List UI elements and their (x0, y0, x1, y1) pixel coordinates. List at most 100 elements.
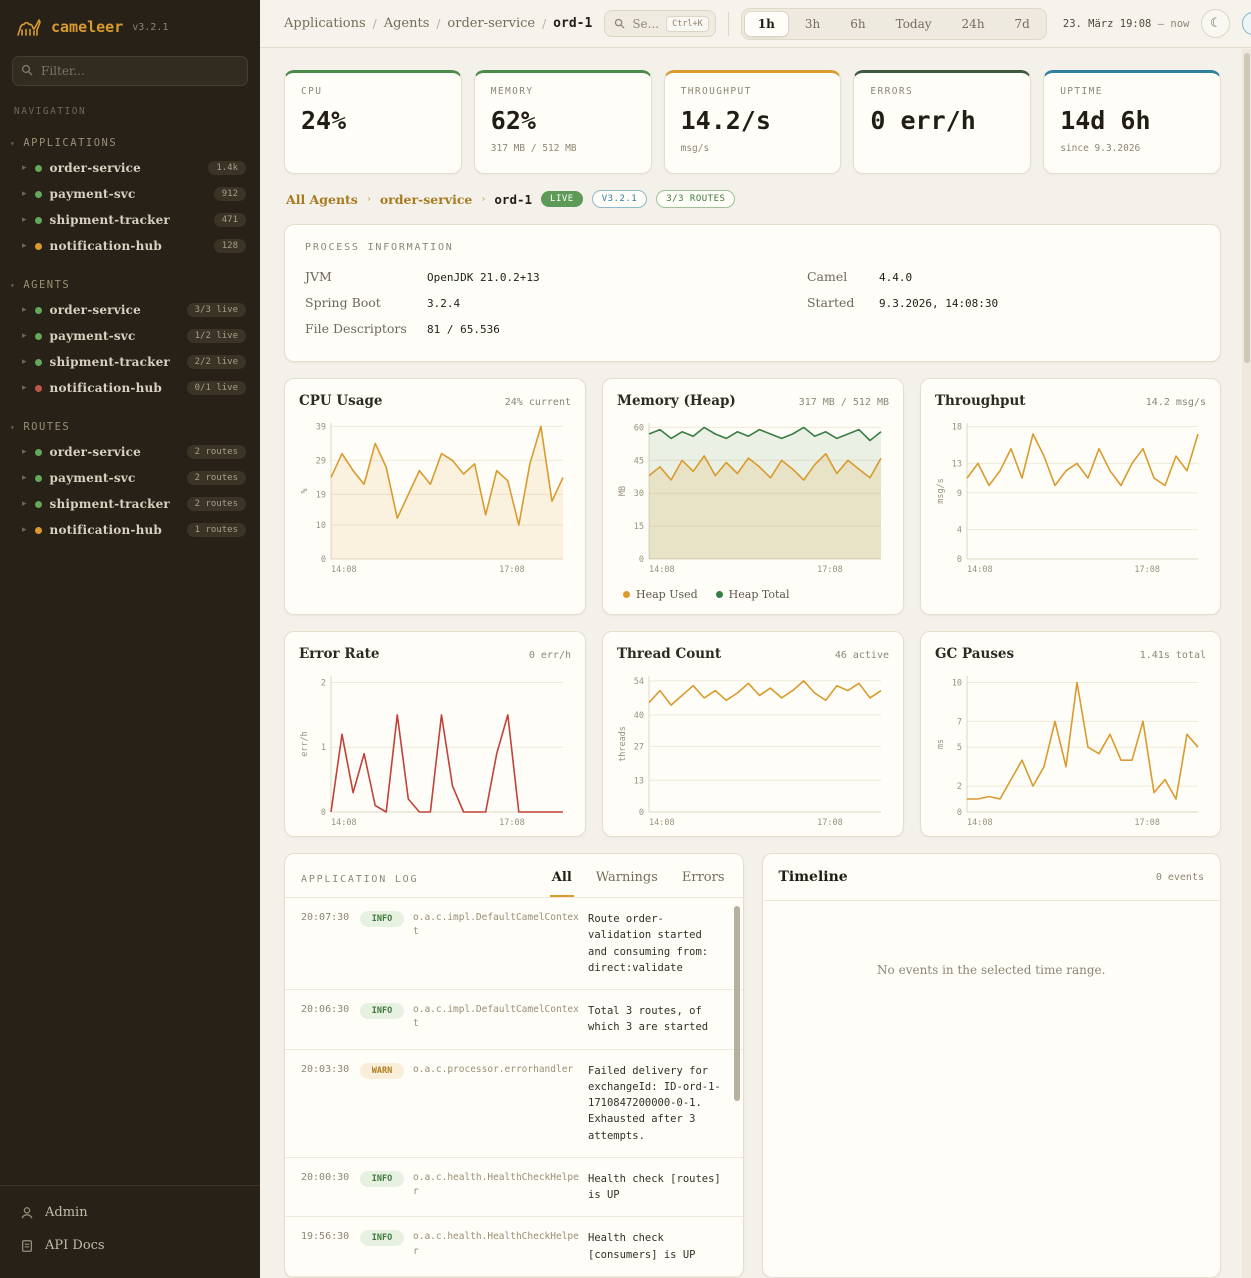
kpi-label: UPTIME (1060, 86, 1204, 97)
svg-text:14:08: 14:08 (649, 565, 675, 575)
page-scrollbar[interactable] (1242, 49, 1251, 1278)
svg-text:14:08: 14:08 (331, 818, 357, 828)
sidebar-item-label: notification-hub (50, 239, 206, 253)
topbar: Applications/Agents/order-service/ord-1 … (260, 0, 1251, 48)
svg-text:13: 13 (634, 776, 644, 786)
log-time: 20:00:30 (301, 1171, 351, 1204)
chevron-right-icon: ▸ (22, 241, 27, 251)
svg-text:17:08: 17:08 (499, 565, 525, 575)
status-dot (35, 501, 42, 508)
sidebar-item-payment-svc[interactable]: ▸payment-svc2 routes (0, 465, 260, 491)
log-time: 19:56:30 (301, 1230, 351, 1263)
agent-crumb-all-agents[interactable]: All Agents (286, 192, 358, 207)
count-badge: 2 routes (187, 471, 246, 485)
svg-text:45: 45 (634, 456, 644, 466)
log-tab-errors[interactable]: Errors (680, 870, 727, 897)
time-range-7d[interactable]: 7d (1001, 11, 1044, 37)
section-header-routes[interactable]: ▾ROUTES (0, 417, 260, 439)
log-logger: o.a.c.health.HealthCheckHelper (413, 1171, 579, 1204)
chevron-down-icon: ▾ (10, 423, 16, 432)
sidebar-item-label: notification-hub (50, 523, 179, 537)
time-range-today[interactable]: Today (882, 11, 946, 37)
breadcrumb-separator: / (542, 17, 546, 31)
sidebar-item-shipment-tracker[interactable]: ▸shipment-tracker471 (0, 207, 260, 233)
footer-item-api-docs[interactable]: API Docs (0, 1229, 260, 1262)
section-header-agents[interactable]: ▾AGENTS (0, 275, 260, 297)
count-badge: 1/2 live (187, 329, 246, 343)
time-range-6h[interactable]: 6h (836, 11, 879, 37)
chart-title: CPU Usage (299, 393, 383, 409)
breadcrumb-item[interactable]: order-service (447, 16, 535, 31)
process-row: File Descriptors81 / 65.536 (305, 321, 757, 336)
filter-input[interactable] (12, 56, 248, 86)
sidebar-item-label: shipment-tracker (50, 497, 179, 511)
breadcrumb-item[interactable]: ord-1 (553, 16, 592, 31)
sidebar-item-notification-hub[interactable]: ▸notification-hub0/1 live (0, 375, 260, 401)
svg-text:14:08: 14:08 (967, 565, 993, 575)
chevron-right-icon: ▸ (22, 163, 27, 173)
svg-text:15: 15 (634, 522, 644, 532)
sidebar-item-notification-hub[interactable]: ▸notification-hub1 routes (0, 517, 260, 543)
log-row: 20:00:30INFOo.a.c.health.HealthCheckHelp… (285, 1158, 743, 1218)
app-version: v3.2.1 (132, 22, 168, 33)
log-message: Failed delivery for exchangeId: ID-ord-1… (588, 1063, 725, 1144)
sidebar-sections: ▾APPLICATIONS▸order-service1.4k▸payment-… (0, 117, 260, 543)
dark-mode-toggle[interactable]: ☾ (1201, 9, 1230, 38)
sidebar-item-label: order-service (50, 303, 179, 317)
svg-text:14:08: 14:08 (331, 565, 357, 575)
datetime-now: now (1170, 18, 1189, 30)
time-range-3h[interactable]: 3h (791, 11, 834, 37)
svg-text:%: % (300, 488, 310, 493)
agent-crumb-order-service[interactable]: order-service (380, 192, 473, 207)
kpi-label: MEMORY (491, 86, 635, 97)
chart-current-value: 46 active (835, 650, 889, 661)
sidebar-section-applications: ▾APPLICATIONS▸order-service1.4k▸payment-… (0, 133, 260, 259)
moon-icon: ☾ (1210, 16, 1222, 31)
search-input[interactable]: Se... Ctrl+K (604, 10, 715, 37)
process-right-column: Camel4.4.0Started9.3.2026, 14:08:30 (807, 269, 1200, 347)
count-badge: 471 (214, 213, 246, 227)
sidebar-item-payment-svc[interactable]: ▸payment-svc912 (0, 181, 260, 207)
agent-crumb-ord-1[interactable]: ord-1 (494, 192, 532, 207)
section-label: AGENTS (23, 279, 70, 291)
process-label: Spring Boot (305, 295, 427, 310)
count-badge: 2/2 live (187, 355, 246, 369)
sidebar-item-label: order-service (50, 445, 179, 459)
chevron-right-icon: ▸ (22, 189, 27, 199)
application-log-card: APPLICATION LOG AllWarningsErrors 20:07:… (284, 853, 744, 1278)
sidebar-item-order-service[interactable]: ▸order-service1.4k (0, 155, 260, 181)
log-time: 20:06:30 (301, 1003, 351, 1036)
time-range-1h[interactable]: 1h (744, 11, 789, 37)
legend-label: Heap Total (729, 588, 790, 601)
log-tab-warnings[interactable]: Warnings (594, 870, 660, 897)
sidebar-item-label: payment-svc (50, 187, 206, 201)
log-scrollbar[interactable] (734, 906, 740, 1101)
sidebar-item-notification-hub[interactable]: ▸notification-hub128 (0, 233, 260, 259)
status-dot (35, 243, 42, 250)
sidebar-item-shipment-tracker[interactable]: ▸shipment-tracker2 routes (0, 491, 260, 517)
time-range-24h[interactable]: 24h (948, 11, 999, 37)
page-scrollbar-thumb[interactable] (1244, 53, 1250, 363)
breadcrumb-item[interactable]: Applications (284, 16, 366, 31)
camel-logo-icon (16, 16, 42, 38)
agent-breadcrumb-bar: All Agents›order-service›ord-1LIVEV3.2.1… (284, 190, 1221, 208)
svg-text:msg/s: msg/s (936, 478, 946, 504)
breadcrumb-separator: / (436, 17, 440, 31)
sidebar-item-payment-svc[interactable]: ▸payment-svc1/2 live (0, 323, 260, 349)
chevron-right-icon: › (481, 194, 485, 205)
process-value: OpenJDK 21.0.2+13 (427, 271, 540, 284)
footer-item-admin[interactable]: Admin (0, 1196, 260, 1229)
sidebar-item-order-service[interactable]: ▸order-service3/3 live (0, 297, 260, 323)
chart-title: Thread Count (617, 646, 721, 662)
kpi-label: ERRORS (870, 86, 1014, 97)
sidebar-item-shipment-tracker[interactable]: ▸shipment-tracker2/2 live (0, 349, 260, 375)
section-header-applications[interactable]: ▾APPLICATIONS (0, 133, 260, 155)
breadcrumb-item[interactable]: Agents (384, 16, 430, 31)
chevron-right-icon: ▸ (22, 447, 27, 457)
kpi-card-cpu: CPU24% (284, 70, 462, 174)
log-tab-all[interactable]: All (550, 870, 574, 897)
log-logger: o.a.c.impl.DefaultCamelContext (413, 911, 579, 976)
sidebar-item-order-service[interactable]: ▸order-service2 routes (0, 439, 260, 465)
svg-text:0: 0 (957, 555, 962, 565)
kpi-value: 14d 6h (1060, 106, 1204, 135)
